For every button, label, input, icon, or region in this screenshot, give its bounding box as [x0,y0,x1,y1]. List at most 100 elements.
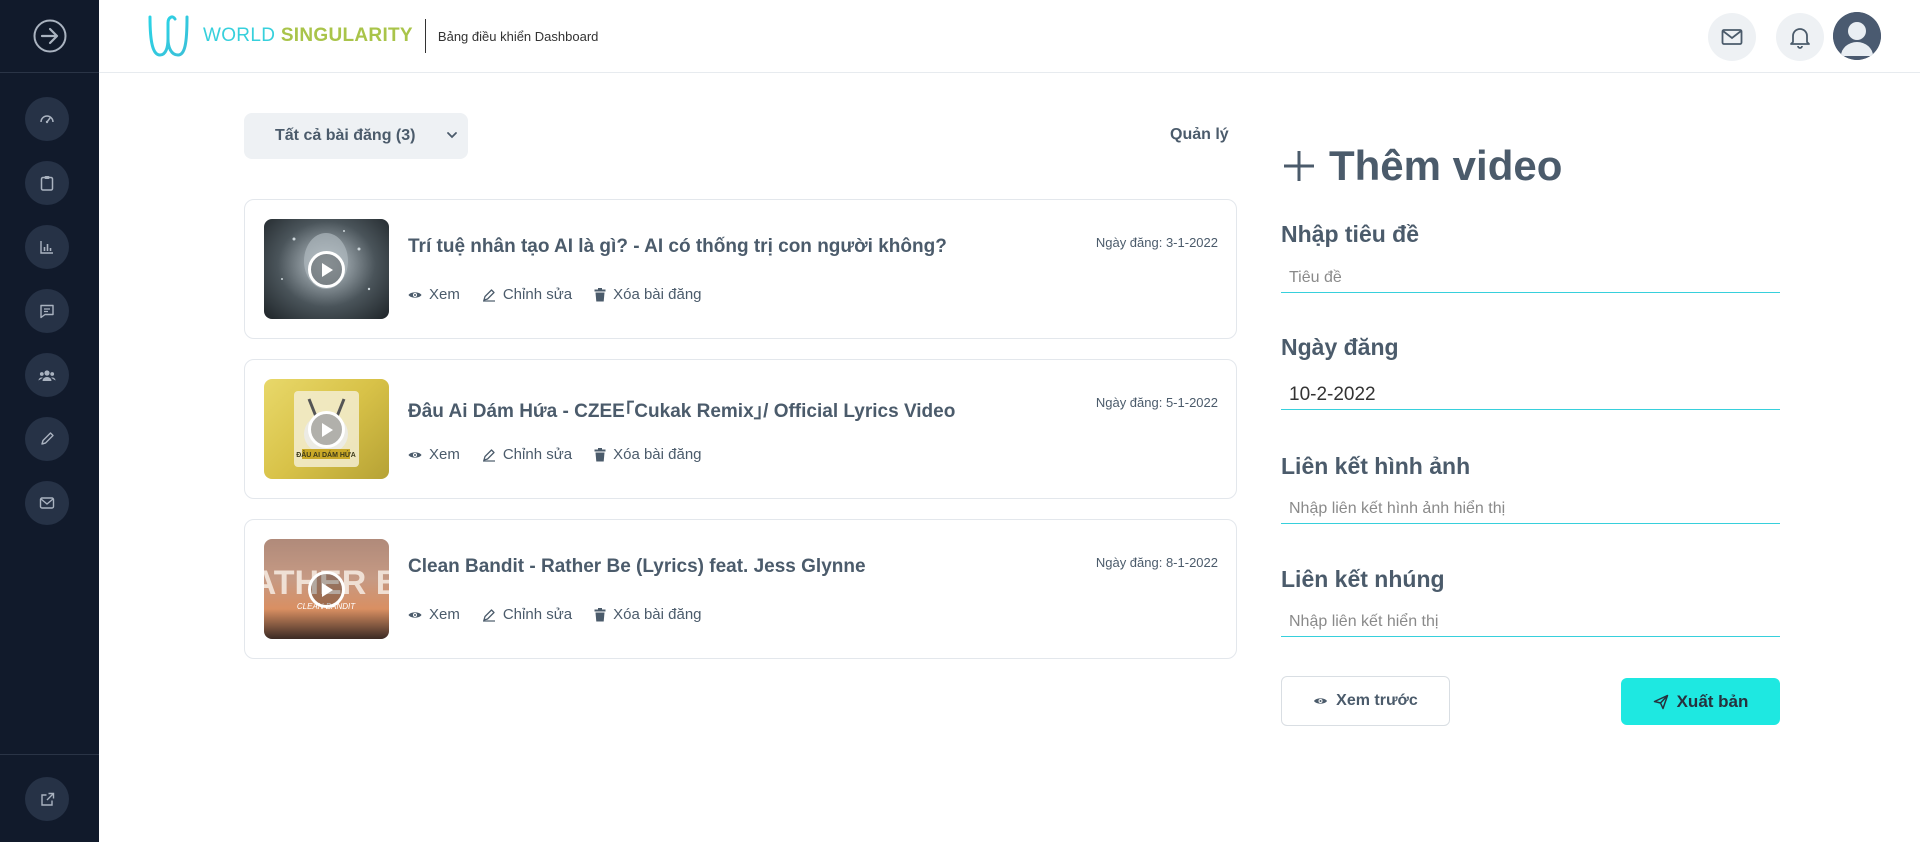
delete-button[interactable]: Xóa bài đăng [594,606,702,623]
eye-icon [1314,698,1328,704]
play-icon[interactable] [308,571,345,608]
sidebar-item-messages[interactable] [25,289,69,333]
embed-link-input[interactable] [1281,607,1780,637]
view-button[interactable]: Xem [408,446,460,463]
bell-icon [1790,28,1810,49]
publish-label: Xuất bản [1676,691,1749,711]
trash-icon [594,447,606,461]
post-actions: Xem Chỉnh sửa Xóa bài đăng [408,446,724,463]
eye-icon [408,291,422,298]
pencil-icon [482,608,495,622]
sidebar [0,0,99,842]
sidebar-item-external[interactable] [25,777,69,821]
post-thumbnail[interactable]: ATHER BCLEAN BANDIT [264,539,389,639]
post-date: Ngày đăng: 3-1-2022 [1095,235,1218,250]
publish-button[interactable]: Xuất bản [1621,678,1780,725]
brand-word-1: WORLD [203,25,276,46]
sidebar-item-users[interactable] [25,353,69,397]
logo-w-icon [148,15,189,57]
edit-button[interactable]: Chỉnh sửa [482,286,572,303]
sidebar-item-posts[interactable] [25,161,69,205]
chevron-down-icon [447,132,457,139]
edit-button[interactable]: Chỉnh sửa [482,446,572,463]
post-title[interactable]: Đâu Ai Dám Hứa - CZEE｢Cukak Remix｣/ Offi… [408,396,955,423]
add-video-title: Thêm video [1329,142,1563,189]
mail-icon [39,497,55,509]
view-label: Xem [429,606,460,623]
preview-label: Xem trước [1336,692,1418,709]
delete-label: Xóa bài đăng [613,446,702,463]
post-card: Trí tuệ nhân tạo AI là gì? - AI có thống… [244,199,1237,339]
dashboard-gauge-icon [40,115,54,124]
sidebar-item-stats[interactable] [25,225,69,269]
post-date: Ngày đăng: 5-1-2022 [1095,395,1218,410]
brand-name: WORLD SINGULARITY [203,13,413,59]
post-thumbnail[interactable]: ĐÂU AI DÁM HỨA [264,379,389,479]
play-icon[interactable] [308,411,345,448]
edit-button[interactable]: Chỉnh sửa [482,606,572,623]
trash-icon [594,607,606,621]
eye-icon [408,451,422,458]
expand-sidebar-icon[interactable] [32,18,68,54]
view-button[interactable]: Xem [408,286,460,303]
title-input[interactable] [1281,263,1780,293]
pencil-icon [482,448,495,462]
title-field-label: Nhập tiêu đề [1281,221,1420,247]
sidebar-item-mail[interactable] [25,481,69,525]
edit-label: Chỉnh sửa [502,446,573,463]
preview-button[interactable]: Xem trước [1281,676,1450,726]
user-avatar[interactable] [1833,12,1881,60]
date-field-label: Ngày đăng [1281,334,1399,360]
post-date: Ngày đăng: 8-1-2022 [1095,555,1218,570]
delete-label: Xóa bài đăng [613,286,702,303]
post-thumbnail[interactable] [264,219,389,319]
brand-logo[interactable]: WORLD SINGULARITY Bảng điều khiển Dashbo… [147,13,598,59]
brand-word-2: SINGULARITY [280,25,413,46]
post-filter-label: Tất cả bài đăng (3) [275,127,416,144]
eye-icon [408,611,422,618]
mail-icon [1721,29,1743,45]
post-card: ATHER BCLEAN BANDIT Clean Bandit - Rathe… [244,519,1237,659]
clipboard-icon [40,176,54,191]
date-input[interactable] [1281,380,1780,410]
post-title[interactable]: Clean Bandit - Rather Be (Lyrics) feat. … [408,556,866,578]
edit-label: Chỉnh sửa [502,606,573,623]
send-icon [1653,694,1668,709]
message-icon [40,304,54,319]
sidebar-item-edit[interactable] [25,417,69,461]
pencil-icon [482,288,495,302]
users-icon [38,370,56,381]
view-label: Xem [429,286,460,303]
header-divider [424,19,426,53]
post-card: ĐÂU AI DÁM HỨA Đâu Ai Dám Hứa - CZEE｢Cuk… [244,359,1237,499]
post-filter-dropdown[interactable]: Tất cả bài đăng (3) [244,113,468,159]
external-link-icon [40,792,54,806]
plus-icon [1284,151,1314,181]
top-header: WORLD SINGULARITY Bảng điều khiển Dashbo… [99,0,1920,73]
sidebar-item-dashboard[interactable] [25,97,69,141]
svg-text:ĐÂU AI DÁM HỨA: ĐÂU AI DÁM HỨA [296,450,356,459]
image-link-input[interactable] [1281,494,1780,524]
bar-chart-icon [40,241,53,254]
embed-link-label: Liên kết nhúng [1281,566,1445,592]
delete-button[interactable]: Xóa bài đăng [594,446,702,463]
view-button[interactable]: Xem [408,606,460,623]
post-title[interactable]: Trí tuệ nhân tạo AI là gì? - AI có thống… [408,236,947,258]
header-notification-button[interactable] [1776,13,1824,61]
header-mail-button[interactable] [1708,13,1756,61]
edit-label: Chỉnh sửa [502,286,573,303]
add-video-heading: Thêm video [1281,142,1562,190]
view-label: Xem [429,446,460,463]
post-actions: Xem Chỉnh sửa Xóa bài đăng [408,606,724,623]
user-silhouette-icon [1833,12,1881,60]
image-link-label: Liên kết hình ảnh [1281,453,1471,479]
sidebar-footer [0,754,99,842]
sidebar-header [0,0,99,73]
delete-button[interactable]: Xóa bài đăng [594,286,702,303]
manage-link[interactable]: Quản lý [1170,126,1229,144]
delete-label: Xóa bài đăng [613,606,702,623]
trash-icon [594,287,606,301]
header-subtitle: Bảng điều khiển Dashboard [437,28,599,44]
post-actions: Xem Chỉnh sửa Xóa bài đăng [408,286,724,303]
play-icon[interactable] [308,251,345,288]
